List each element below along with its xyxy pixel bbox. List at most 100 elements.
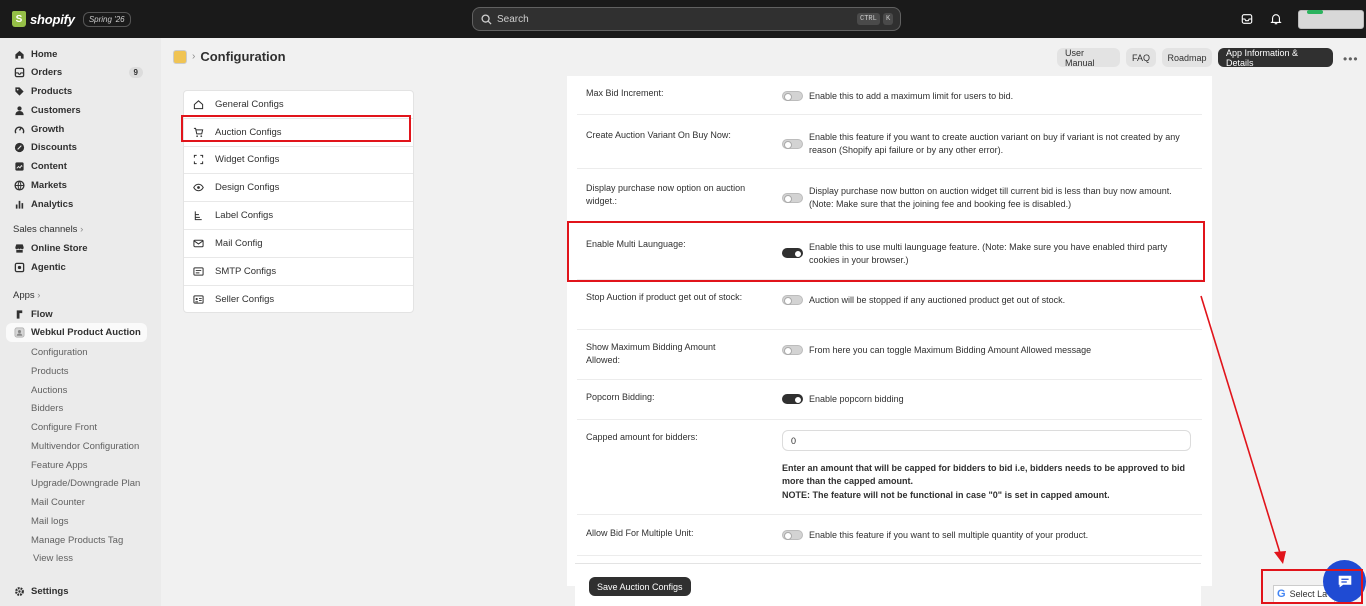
sidebar-item-label: Flow <box>31 309 53 320</box>
sidebar-subitem-manage-products-tag[interactable]: Manage Products Tag <box>31 535 123 546</box>
content-icon <box>13 161 25 173</box>
menu-label: Mail Config <box>215 237 263 249</box>
sidebar-item-label: Growth <box>31 124 65 135</box>
menu-seller-configs[interactable]: Seller Configs <box>184 286 413 312</box>
sidebar-item-flow[interactable]: Flow <box>6 305 147 324</box>
menu-smtp-configs[interactable]: SMTP Configs <box>184 258 413 286</box>
sidebar-subitem-mail-counter[interactable]: Mail Counter <box>31 497 85 508</box>
sidebar-item-label: Online Store <box>31 243 88 254</box>
sidebar-item-label: Orders <box>31 67 63 78</box>
sidebar-subitem-feature-apps[interactable]: Feature Apps <box>31 460 88 471</box>
user-manual-button[interactable]: User Manual <box>1057 48 1120 68</box>
save-bar: Save Auction Configs <box>575 563 1201 606</box>
highlight-language-widget <box>1261 569 1363 604</box>
setting-label: Popcorn Bidding: <box>586 392 655 402</box>
toggle-create-auction-variant[interactable] <box>782 139 803 149</box>
sidebar-subitem-products[interactable]: Products <box>31 366 69 377</box>
discount-icon <box>13 142 25 154</box>
setting-description: From here you can toggle Maximum Bidding… <box>809 345 1092 355</box>
sidebar-item-settings[interactable]: Settings <box>6 582 147 601</box>
setting-description: Enable this to add a maximum limit for u… <box>809 91 1014 101</box>
sidebar-item-markets[interactable]: Markets <box>6 176 147 195</box>
sidebar-item-content[interactable]: Content <box>6 157 147 176</box>
sidebar-item-agentic[interactable]: Agentic <box>6 258 147 277</box>
orders-icon <box>13 67 25 79</box>
setting-allow-bid-multiple-unit: Allow Bid For Multiple Unit: Enable this… <box>577 515 1202 556</box>
setting-label: Display purchase now option on auction w… <box>586 183 746 206</box>
app-information-button[interactable]: App Information & Details <box>1218 48 1333 68</box>
sidebar-item-growth[interactable]: Growth <box>6 120 147 139</box>
store-icon <box>13 243 25 255</box>
smtp-icon <box>192 265 204 277</box>
menu-label: Widget Configs <box>215 154 280 166</box>
setting-popcorn-bidding: Popcorn Bidding: Enable popcorn bidding <box>577 380 1202 420</box>
mail-icon <box>192 237 204 249</box>
sidebar-item-home[interactable]: Home <box>6 45 147 64</box>
search-input[interactable]: Search CTRL K <box>472 7 901 31</box>
app-icon[interactable] <box>173 49 187 64</box>
sidebar-subitem-upgrade-plan[interactable]: Upgrade/Downgrade Plan <box>31 478 140 489</box>
orders-count-badge: 9 <box>128 67 143 78</box>
save-auction-configs-button[interactable]: Save Auction Configs <box>589 577 691 596</box>
sidebar-item-label: Home <box>31 49 58 60</box>
apps-label[interactable]: Apps › <box>13 290 40 301</box>
sidebar-item-webkul-product-auction[interactable]: Webkul Product Auction <box>6 323 147 342</box>
inbox-icon[interactable] <box>1240 12 1254 26</box>
menu-mail-config[interactable]: Mail Config <box>184 230 413 258</box>
sidebar-item-label: Settings <box>31 586 69 597</box>
sidebar-subitem-multivendor-configuration[interactable]: Multivendor Configuration <box>31 441 139 452</box>
sidebar-item-products[interactable]: Products <box>6 82 147 101</box>
faq-button[interactable]: FAQ <box>1126 48 1156 67</box>
sidebar-item-label: Discounts <box>31 142 77 153</box>
menu-widget-configs[interactable]: Widget Configs <box>184 147 413 175</box>
sidebar-item-customers[interactable]: Customers <box>6 101 147 120</box>
setting-description: Display purchase now button on auction w… <box>809 186 1172 209</box>
sidebar-item-label: Customers <box>31 105 81 116</box>
kbd-ctrl: CTRL <box>857 13 880 25</box>
eye-icon <box>192 182 204 194</box>
setting-label: Create Auction Variant On Buy Now: <box>586 130 731 140</box>
menu-design-configs[interactable]: Design Configs <box>184 174 413 203</box>
menu-label: Label Configs <box>215 210 274 222</box>
highlight-auction-configs <box>181 115 411 142</box>
sidebar-subitem-mail-logs[interactable]: Mail logs <box>31 516 69 527</box>
sidebar-subitem-auctions[interactable]: Auctions <box>31 385 67 396</box>
roadmap-button[interactable]: Roadmap <box>1162 48 1212 67</box>
sidebar-subitem-configure-front[interactable]: Configure Front <box>31 422 97 433</box>
toggle-popcorn-bidding[interactable] <box>782 394 803 404</box>
bell-icon[interactable] <box>1269 12 1283 26</box>
sidebar-item-online-store[interactable]: Online Store <box>6 239 147 258</box>
sidebar-item-label: Markets <box>31 180 67 191</box>
more-actions-icon[interactable]: ••• <box>1343 52 1359 66</box>
capped-amount-input[interactable]: 0 <box>782 430 1191 451</box>
toggle-display-purchase-now[interactable] <box>782 193 803 203</box>
setting-label: Capped amount for bidders: <box>586 432 698 442</box>
person-icon <box>13 105 25 117</box>
chevron-right-icon: › <box>80 224 84 235</box>
setting-max-bid-increment: Max Bid Increment: Enable this to add a … <box>577 76 1202 115</box>
menu-label-configs[interactable]: Label Configs <box>184 202 413 230</box>
sidebar-item-discounts[interactable]: Discounts <box>6 138 147 157</box>
view-less-link[interactable]: View less <box>33 553 73 564</box>
menu-label: General Configs <box>215 98 284 110</box>
flow-icon <box>13 309 25 321</box>
brand-name: shopify <box>30 11 75 27</box>
agentic-icon <box>13 262 25 274</box>
sales-channels-label[interactable]: Sales channels › <box>13 224 83 235</box>
home-icon <box>13 49 25 61</box>
toggle-allow-bid-multiple-unit[interactable] <box>782 530 803 540</box>
store-avatar[interactable] <box>1298 9 1364 29</box>
widget-icon <box>192 154 204 166</box>
toggle-show-max-bidding-amount[interactable] <box>782 345 803 355</box>
setting-label: Show Maximum Bidding Amount Allowed: <box>586 342 716 365</box>
sidebar-item-analytics[interactable]: Analytics <box>6 195 147 214</box>
globe-icon <box>13 180 25 192</box>
toggle-stop-auction-out-of-stock[interactable] <box>782 295 803 305</box>
toggle-max-bid-increment[interactable] <box>782 91 803 101</box>
shopify-logo[interactable]: S shopify Spring '26 <box>12 11 131 27</box>
sidebar-item-label: Products <box>31 86 73 97</box>
menu-label: Design Configs <box>215 182 280 194</box>
sidebar-subitem-configuration[interactable]: Configuration <box>31 347 88 358</box>
sidebar-subitem-bidders[interactable]: Bidders <box>31 403 63 414</box>
sidebar-item-orders[interactable]: Orders 9 <box>6 63 147 82</box>
